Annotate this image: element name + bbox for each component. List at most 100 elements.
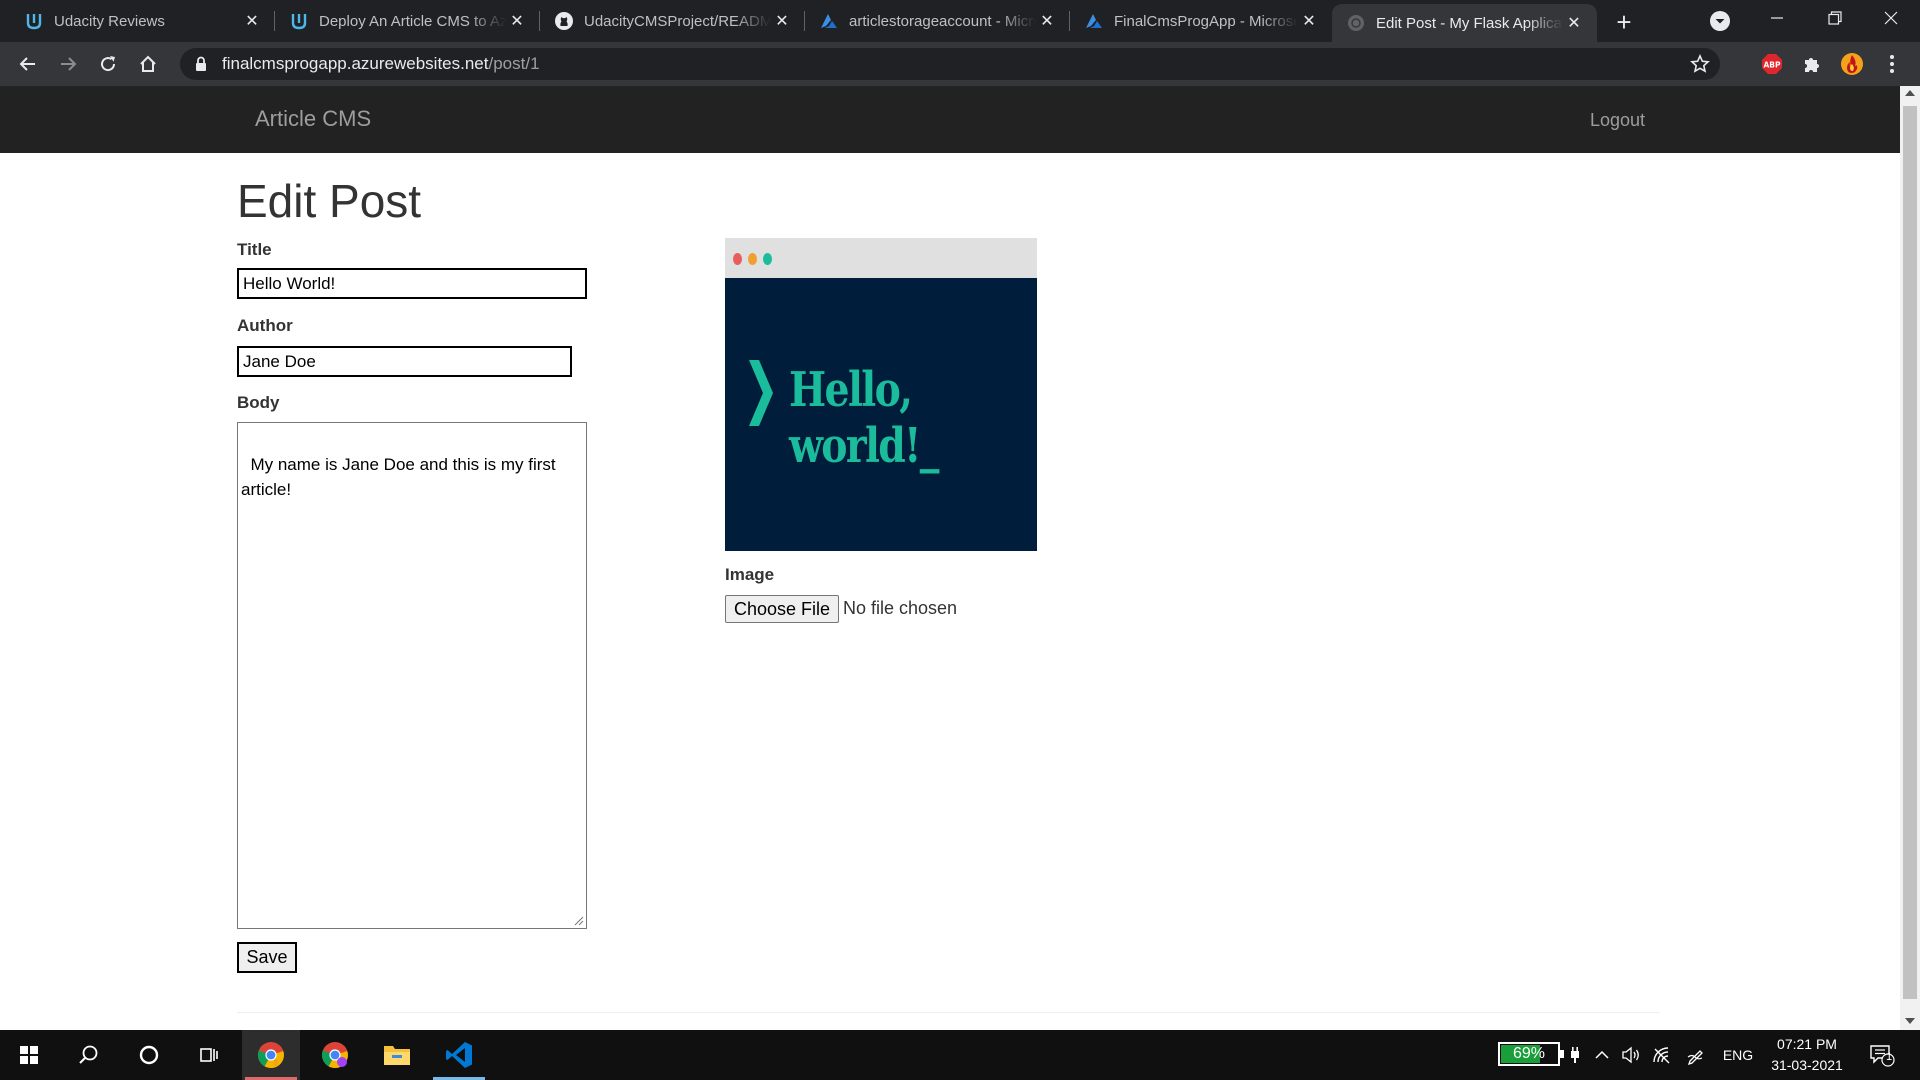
reload-button[interactable] [92, 48, 124, 80]
notification-count: 1 [1886, 1051, 1893, 1063]
tab-title: Udacity Reviews [54, 12, 165, 30]
tab-title: Deploy An Article CMS to Azure [319, 12, 506, 30]
close-tab-icon[interactable]: ✕ [1036, 10, 1058, 32]
search-icon[interactable] [60, 1030, 118, 1080]
no-file-chosen-text: No file chosen [843, 598, 958, 618]
body-label: Body [237, 393, 280, 412]
adblock-icon[interactable]: ABP [1760, 52, 1784, 76]
cortana-icon[interactable] [120, 1030, 178, 1080]
tab-udacity-reviews[interactable]: Udacity Reviews ✕ [0, 0, 275, 42]
show-hidden-icons-icon[interactable] [1590, 1030, 1614, 1080]
battery-percent: 69% [1512, 1045, 1546, 1062]
back-button[interactable] [12, 48, 44, 80]
reload-icon [101, 56, 116, 72]
tab-storage-account[interactable]: articlestorageaccount - Microsoft Azure … [805, 0, 1070, 42]
azure-icon [1084, 11, 1104, 31]
battery-nub [1560, 1050, 1564, 1058]
tab-title: articlestorageaccount - Microsoft Azure [849, 12, 1036, 30]
tab-title: Edit Post - My Flask Application [1376, 14, 1563, 32]
page-title: Edit Post [237, 175, 422, 227]
choose-file-button[interactable]: Choose File [725, 595, 839, 623]
prompt-chevron-icon [749, 360, 773, 426]
kebab-menu-icon[interactable] [1880, 52, 1904, 76]
system-clock[interactable]: 07:21 PM 31-03-2021 [1762, 1034, 1852, 1076]
chrome-profile-icon[interactable] [306, 1030, 364, 1080]
image-label: Image [725, 565, 775, 584]
yellow-dot-icon [748, 253, 757, 265]
close-tab-icon[interactable]: ✕ [241, 10, 263, 32]
volume-icon[interactable] [1618, 1030, 1644, 1080]
close-window-button[interactable] [1862, 0, 1920, 36]
tab-final-cms-app[interactable]: FinalCmsProgApp - Microsoft Azure ✕ [1070, 0, 1332, 42]
post-image-preview: Hello, world!_ [725, 238, 1037, 551]
url-text: finalcmsprogapp.azurewebsites.net/post/1 [222, 54, 540, 74]
author-label: Author [237, 316, 293, 335]
body-text: My name is Jane Doe and this is my first… [241, 455, 556, 499]
page-scrollbar[interactable] [1900, 86, 1920, 1030]
title-label: Title [237, 240, 272, 259]
preview-text: Hello, world!_ [789, 362, 939, 474]
logout-link[interactable]: Logout [1590, 110, 1645, 131]
svg-text:ABP: ABP [1763, 61, 1781, 70]
address-bar[interactable]: finalcmsprogapp.azurewebsites.net/post/1 [180, 48, 1720, 80]
github-icon [554, 11, 574, 31]
back-arrow-icon [19, 57, 35, 71]
pen-workspace-icon[interactable] [1682, 1030, 1710, 1080]
file-explorer-icon[interactable] [368, 1030, 426, 1080]
red-dot-icon [733, 253, 742, 265]
windows-taskbar: 69% ENG 07:21 PM 31-03-2021 1 [0, 1030, 1920, 1080]
scroll-up-arrow-icon[interactable] [1905, 90, 1915, 96]
chrome-icon[interactable] [242, 1030, 300, 1080]
scrollbar-thumb[interactable] [1903, 106, 1917, 999]
close-tab-icon[interactable]: ✕ [1298, 10, 1320, 32]
lock-icon[interactable] [194, 56, 210, 72]
tab-github-readme[interactable]: UdacityCMSProject/README.md ✕ [540, 0, 805, 42]
title-input[interactable]: Hello World! [237, 268, 587, 299]
tab-edit-post[interactable]: Edit Post - My Flask Application ✕ [1332, 4, 1597, 42]
url-host: finalcmsprogapp.azurewebsites.net [222, 54, 489, 73]
url-path: /post/1 [488, 54, 540, 73]
browser-toolbar: finalcmsprogapp.azurewebsites.net/post/1… [0, 42, 1920, 86]
forward-button[interactable] [52, 48, 84, 80]
clock-date: 31-03-2021 [1771, 1057, 1843, 1073]
home-button[interactable] [132, 48, 164, 80]
power-plug-icon[interactable] [1565, 1030, 1585, 1080]
green-dot-icon [763, 253, 772, 265]
vscode-icon[interactable] [430, 1030, 488, 1080]
tab-title: FinalCmsProgApp - Microsoft Azure [1114, 12, 1298, 30]
restore-window-button[interactable] [1806, 0, 1864, 36]
clock-time: 07:21 PM [1777, 1036, 1837, 1052]
close-tab-icon[interactable]: ✕ [506, 10, 528, 32]
task-view-icon[interactable] [180, 1030, 238, 1080]
new-tab-button[interactable]: + [1610, 7, 1638, 37]
author-input[interactable]: Jane Doe [237, 346, 572, 377]
brand-link[interactable]: Article CMS [255, 106, 371, 132]
puzzle-icon[interactable] [1800, 52, 1824, 76]
battery-indicator[interactable]: 69% [1498, 1042, 1564, 1066]
resize-handle-icon[interactable] [574, 916, 584, 926]
browser-tab-strip: Udacity Reviews ✕ Deploy An Article CMS … [0, 0, 1920, 42]
body-textarea[interactable]: My name is Jane Doe and this is my first… [237, 422, 587, 929]
windows-start-icon[interactable] [0, 1030, 58, 1080]
bookmark-star-icon[interactable] [1690, 54, 1710, 74]
close-tab-icon[interactable]: ✕ [1563, 12, 1585, 34]
save-button[interactable]: Save [237, 942, 297, 973]
wifi-icon[interactable] [1648, 1030, 1676, 1080]
input-language[interactable]: ENG [1718, 1030, 1758, 1080]
minimize-window-button[interactable] [1748, 0, 1806, 36]
udacity-icon [289, 11, 309, 31]
udacity-icon [24, 11, 44, 31]
profile-avatar[interactable] [1840, 52, 1864, 76]
footer-divider [237, 1012, 1660, 1013]
close-tab-icon[interactable]: ✕ [771, 10, 793, 32]
tab-search-icon[interactable] [1708, 9, 1732, 33]
site-navbar: Article CMS Logout [0, 86, 1900, 153]
home-icon [140, 55, 156, 72]
globe-icon [1346, 13, 1366, 33]
azure-icon [819, 11, 839, 31]
forward-arrow-icon [61, 57, 77, 71]
tab-title: UdacityCMSProject/README.md [584, 12, 771, 30]
tab-deploy-article[interactable]: Deploy An Article CMS to Azure ✕ [275, 0, 540, 42]
scroll-down-arrow-icon[interactable] [1905, 1018, 1915, 1024]
notification-center-icon[interactable]: 1 [1862, 1030, 1902, 1080]
